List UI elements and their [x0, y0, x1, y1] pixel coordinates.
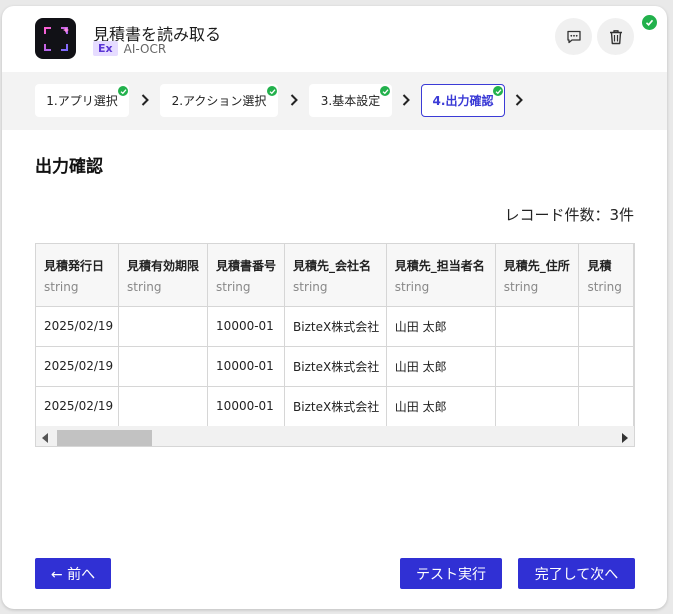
column-header: 見積先_担当者名 string	[386, 244, 496, 307]
data-table: 見積発行日 string 見積有効期限 string 見積書番号 string 見積先…	[36, 244, 634, 427]
table-cell	[578, 346, 634, 387]
step-label: 4.出力確認	[432, 94, 494, 108]
column-header: 見積先_会社名 string	[284, 244, 387, 307]
table-cell	[578, 306, 634, 347]
table-cell: 山田 太郎	[386, 306, 496, 347]
table-cell: 10000-01	[207, 346, 286, 387]
record-count: レコード件数：3件	[504, 206, 634, 224]
scroll-left-arrow-icon[interactable]	[42, 433, 48, 443]
comment-button[interactable]	[555, 18, 592, 55]
table-cell: 10000-01	[207, 386, 286, 427]
table-cell: 2025/02/19	[36, 386, 120, 427]
step-action-select[interactable]: 2.アクション選択	[160, 84, 278, 117]
table-cell: BizteX株式会社	[284, 386, 387, 427]
table-cell: 山田 太郎	[386, 346, 496, 387]
trash-icon	[609, 29, 622, 44]
table-cell	[118, 346, 209, 387]
header: 見積書を読み取る Ex AI-OCR	[2, 6, 667, 72]
table-cell	[118, 386, 209, 427]
chevron-right-icon	[402, 94, 410, 106]
app-name: AI-OCR	[123, 41, 167, 56]
table-cell	[495, 386, 580, 427]
horizontal-scrollbar[interactable]	[36, 426, 634, 446]
column-header: 見積有効期限 string	[118, 244, 209, 307]
chevron-right-icon	[515, 94, 523, 106]
chevron-right-icon	[141, 94, 149, 106]
check-circle-icon	[380, 86, 390, 96]
step-app-select[interactable]: 1.アプリ選択	[35, 84, 129, 117]
table-row: 2025/02/19 10000-01 BizteX株式会社 山田 太郎	[36, 346, 634, 387]
scroll-right-arrow-icon[interactable]	[622, 433, 628, 443]
app-subtitle: Ex AI-OCR	[93, 41, 166, 56]
chevron-right-icon	[290, 94, 298, 106]
check-circle-icon	[267, 86, 277, 96]
column-header: 見積書番号 string	[207, 244, 286, 307]
table-cell: BizteX株式会社	[284, 306, 387, 347]
column-header: 見積発行日 string	[36, 244, 120, 307]
dialog-card: 見積書を読み取る Ex AI-OCR 1.アプリ選択 2.アクション選択 3.基…	[2, 6, 667, 609]
table-cell	[118, 306, 209, 347]
table-cell	[495, 346, 580, 387]
comment-icon	[566, 30, 581, 43]
check-circle-icon	[493, 86, 503, 96]
step-label: 2.アクション選択	[171, 94, 267, 108]
column-header: 見積 string	[578, 244, 634, 307]
output-table: 見積発行日 string 見積有効期限 string 見積書番号 string 見積先…	[35, 243, 635, 447]
section-title: 出力確認	[35, 157, 103, 177]
table-cell: 2025/02/19	[36, 306, 120, 347]
table-row: 2025/02/19 10000-01 BizteX株式会社 山田 太郎	[36, 306, 634, 347]
step-label: 3.基本設定	[320, 94, 381, 108]
step-bar: 1.アプリ選択 2.アクション選択 3.基本設定 4.出力確認	[2, 72, 667, 130]
table-cell	[495, 306, 580, 347]
table-cell: BizteX株式会社	[284, 346, 387, 387]
table-cell	[578, 386, 634, 427]
table-cell: 山田 太郎	[386, 386, 496, 427]
table-cell: 2025/02/19	[36, 346, 120, 387]
check-circle-icon	[118, 86, 128, 96]
delete-button[interactable]	[597, 18, 634, 55]
test-run-button[interactable]: テスト実行	[400, 558, 502, 589]
back-button[interactable]: ← 前へ	[35, 558, 111, 589]
table-header-row: 見積発行日 string 見積有効期限 string 見積書番号 string 見積先…	[36, 244, 634, 307]
complete-next-button[interactable]: 完了して次へ	[518, 558, 635, 589]
ex-badge: Ex	[93, 41, 118, 56]
ocr-scan-icon	[35, 18, 76, 59]
scroll-thumb[interactable]	[57, 430, 152, 446]
column-header: 見積先_住所 string	[495, 244, 580, 307]
step-label: 1.アプリ選択	[46, 94, 118, 108]
check-circle-icon	[642, 15, 657, 30]
table-cell: 10000-01	[207, 306, 286, 347]
table-row: 2025/02/19 10000-01 BizteX株式会社 山田 太郎	[36, 386, 634, 427]
